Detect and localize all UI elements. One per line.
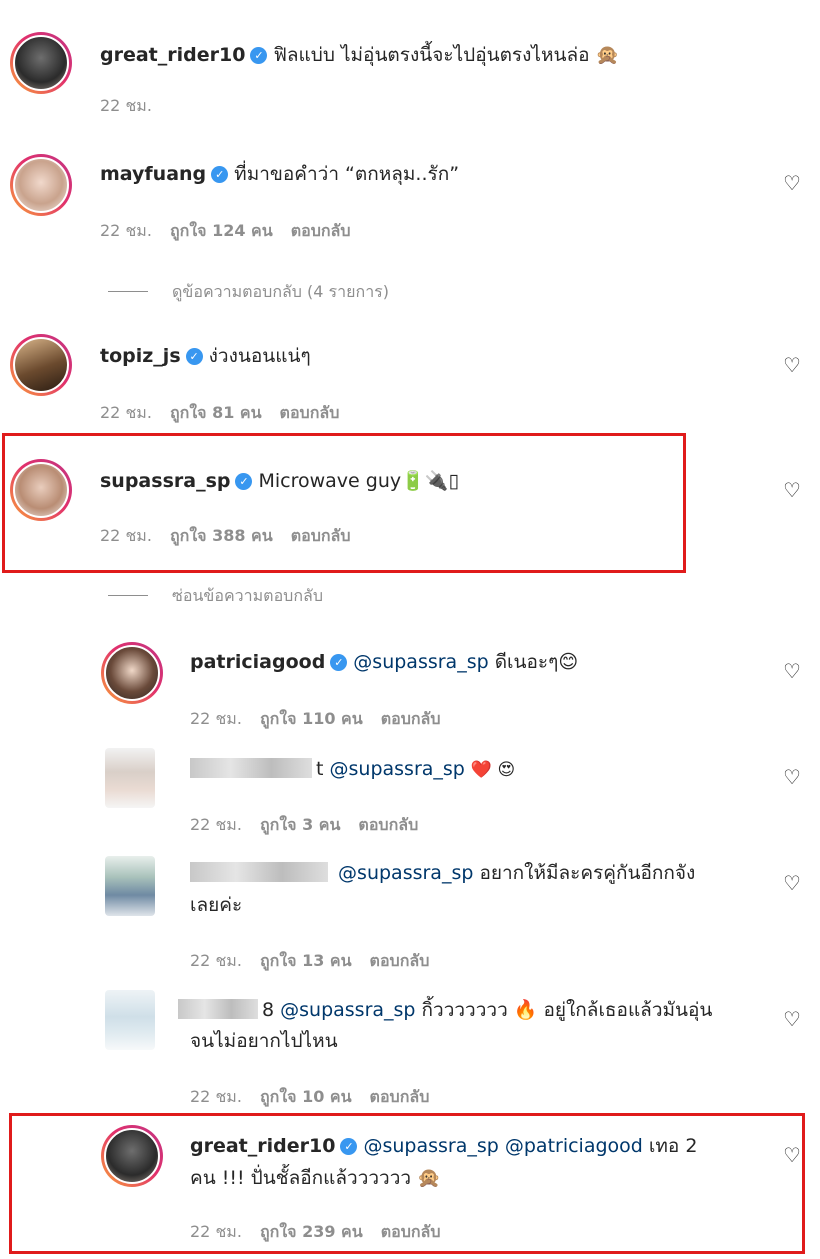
username[interactable]: supassra_sp	[100, 470, 230, 492]
avatar[interactable]	[10, 32, 72, 94]
like-count[interactable]: ถูกใจ 10 คน	[260, 1087, 352, 1106]
mention-link[interactable]: @supassra_sp	[280, 999, 415, 1021]
reply-button[interactable]: ตอบกลับ	[381, 709, 441, 728]
heart-outline-icon[interactable]: ♡	[782, 1145, 802, 1165]
blurred-username	[190, 758, 312, 778]
verified-badge-icon: ✓	[330, 654, 348, 671]
highlight-box	[2, 433, 686, 573]
reply-button[interactable]: ตอบกลับ	[291, 221, 351, 240]
avatar[interactable]	[10, 459, 72, 521]
view-replies-button[interactable]: ดูข้อความตอบกลับ (4 รายการ)	[108, 280, 389, 305]
heart-outline-icon[interactable]: ♡	[782, 173, 802, 193]
username-suffix: t	[316, 758, 324, 780]
like-count[interactable]: ถูกใจ 13 คน	[260, 951, 352, 970]
mention-link[interactable]: @supassra_sp	[338, 862, 473, 884]
comment-text: ที่มาขอคำว่า “ตกหลุม..รัก”	[234, 163, 460, 185]
reply-button[interactable]: ตอบกลับ	[370, 1087, 430, 1106]
blurred-username	[178, 999, 258, 1019]
like-count[interactable]: ถูกใจ 239 คน	[260, 1222, 363, 1241]
comment-text: กิ้ววววววว 🔥 อยู่ใกล้เธอแล้วมันอุ่น	[421, 999, 713, 1021]
reply-button[interactable]: ตอบกลับ	[381, 1222, 441, 1241]
avatar[interactable]	[105, 748, 155, 808]
timestamp: 22 ชม.	[190, 1087, 242, 1106]
heart-outline-icon[interactable]: ♡	[782, 661, 802, 681]
reply-button[interactable]: ตอบกลับ	[358, 815, 418, 834]
username[interactable]: topiz_js	[100, 345, 181, 367]
like-count[interactable]: ถูกใจ 81 คน	[170, 403, 262, 422]
divider	[108, 291, 148, 292]
comment-text-continued: คน !!! ปั่นชั้ลอีกแล้วววววว 🙊	[190, 1167, 441, 1189]
timestamp: 22 ชม.	[190, 709, 242, 728]
username[interactable]: mayfuang	[100, 163, 206, 185]
timestamp: 22 ชม.	[100, 96, 152, 115]
timestamp: 22 ชม.	[100, 526, 152, 545]
heart-outline-icon[interactable]: ♡	[782, 1009, 802, 1029]
view-replies-label: ดูข้อความตอบกลับ (4 รายการ)	[172, 282, 390, 301]
comment-text: เทอ 2	[648, 1135, 698, 1157]
verified-badge-icon: ✓	[340, 1138, 358, 1155]
comment-text: Microwave guy🔋🔌▯	[258, 470, 459, 492]
timestamp: 22 ชม.	[190, 951, 242, 970]
divider	[108, 595, 148, 596]
avatar[interactable]	[10, 154, 72, 216]
avatar[interactable]	[101, 1125, 163, 1187]
verified-badge-icon: ✓	[211, 166, 229, 183]
like-count[interactable]: ถูกใจ 388 คน	[170, 526, 273, 545]
heart-outline-icon[interactable]: ♡	[782, 355, 802, 375]
username-suffix: 8	[262, 999, 275, 1021]
like-count[interactable]: ถูกใจ 3 คน	[260, 815, 340, 834]
timestamp: 22 ชม.	[100, 221, 152, 240]
comment-text: ฟิลแบ่บ ไม่อุ่นตรงนี้จะไปอุ่นตรงไหนล่อ 🙊	[273, 44, 620, 66]
avatar[interactable]	[101, 642, 163, 704]
comment-text: ดีเนอะๆ😊	[494, 651, 579, 673]
username[interactable]: patriciagood	[190, 651, 325, 673]
avatar[interactable]	[105, 990, 155, 1050]
timestamp: 22 ชม.	[190, 815, 242, 834]
heart-outline-icon[interactable]: ♡	[782, 767, 802, 787]
avatar[interactable]	[105, 856, 155, 916]
mention-link-2[interactable]: @patriciagood	[505, 1135, 643, 1157]
reply-button[interactable]: ตอบกลับ	[370, 951, 430, 970]
comment-text-continued: เลยค่ะ	[190, 894, 243, 916]
mention-link[interactable]: @supassra_sp	[330, 758, 465, 780]
reply-button[interactable]: ตอบกลับ	[291, 526, 351, 545]
username[interactable]: great_rider10	[100, 44, 245, 66]
like-count[interactable]: ถูกใจ 124 คน	[170, 221, 273, 240]
timestamp: 22 ชม.	[190, 1222, 242, 1241]
mention-link[interactable]: @supassra_sp	[353, 651, 488, 673]
comment-text-continued: จนไม่อยากไปไหน	[190, 1030, 338, 1052]
verified-badge-icon: ✓	[235, 473, 253, 490]
comment-text: อยากให้มีละครคู่กันอีกกจัง	[479, 862, 696, 884]
mention-link[interactable]: @supassra_sp	[363, 1135, 498, 1157]
verified-badge-icon: ✓	[250, 47, 268, 64]
comment-text: ❤️ 😍	[470, 760, 516, 780]
reply-button[interactable]: ตอบกลับ	[280, 403, 340, 422]
like-count[interactable]: ถูกใจ 110 คน	[260, 709, 363, 728]
heart-outline-icon[interactable]: ♡	[782, 873, 802, 893]
avatar[interactable]	[10, 334, 72, 396]
username[interactable]: great_rider10	[190, 1135, 335, 1157]
blurred-username	[190, 862, 328, 882]
timestamp: 22 ชม.	[100, 403, 152, 422]
hide-replies-button[interactable]: ซ่อนข้อความตอบกลับ	[108, 584, 323, 609]
heart-outline-icon[interactable]: ♡	[782, 480, 802, 500]
comment-text: ง่วงนอนแน่ๆ	[208, 345, 311, 367]
hide-replies-label: ซ่อนข้อความตอบกลับ	[172, 586, 323, 605]
verified-badge-icon: ✓	[185, 348, 203, 365]
